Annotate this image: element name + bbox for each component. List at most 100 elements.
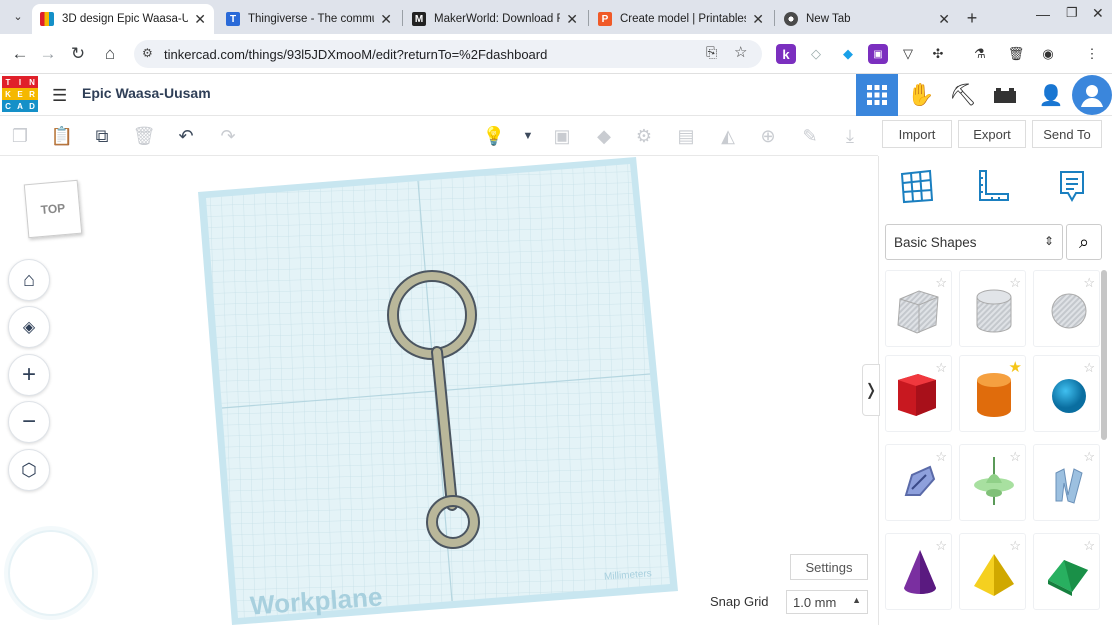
extension-vpn-icon[interactable]: ▽ <box>898 44 918 64</box>
shape-tile-sphere[interactable]: ☆ <box>1033 355 1100 432</box>
project-title[interactable]: Epic Waasa-Uusam <box>82 85 211 101</box>
shapes-scrollbar[interactable] <box>1101 270 1107 440</box>
copy-button[interactable]: ❐ <box>6 122 34 150</box>
navigation-wheel[interactable] <box>8 530 94 616</box>
browser-tab-5[interactable]: New Tab ✕ <box>776 4 958 34</box>
shape-tile-cylinder[interactable]: ★ <box>959 355 1026 432</box>
group-button[interactable]: ▣ <box>548 122 576 150</box>
avatar[interactable] <box>1072 75 1112 115</box>
sim-lab-button[interactable]: ✋ <box>900 74 942 116</box>
view-cube[interactable]: TOP <box>23 179 83 239</box>
note-button[interactable]: ✎ <box>796 122 824 150</box>
maximize-icon[interactable]: ❐ <box>1066 5 1078 21</box>
extensions-puzzle-icon[interactable]: ✣ <box>928 44 948 64</box>
settings-button[interactable]: Settings <box>790 554 868 580</box>
delete-button[interactable]: 🗑 <box>130 122 158 150</box>
browser-tab-4[interactable]: P Create model | Printables.c ✕ <box>590 4 772 34</box>
menu-kebab-icon[interactable]: ⋮ <box>1082 44 1102 64</box>
favorite-star-icon[interactable]: ☆ <box>935 538 947 554</box>
shape-tile-cone[interactable]: ☆ <box>885 533 952 610</box>
fit-view-button[interactable]: ◈ <box>8 306 50 348</box>
grid-view-button[interactable] <box>856 74 898 116</box>
light-button[interactable]: 💡 <box>480 122 508 150</box>
extension-shield-icon[interactable]: ◇ <box>806 44 826 64</box>
export-button[interactable]: Export <box>958 120 1026 148</box>
workplane-tool-button[interactable]: ⊕ <box>754 122 782 150</box>
ungroup-button[interactable]: ◆ <box>590 122 618 150</box>
align-button[interactable]: ▤ <box>672 122 700 150</box>
favorite-star-icon[interactable]: ☆ <box>935 360 947 376</box>
favorite-star-icon[interactable]: ☆ <box>1009 275 1021 291</box>
favorite-star-icon-filled[interactable]: ★ <box>1009 358 1022 376</box>
bricks-button[interactable] <box>984 74 1026 116</box>
forward-icon[interactable]: → <box>36 42 60 66</box>
collapse-panel-button[interactable]: ❭ <box>862 364 880 416</box>
back-icon[interactable]: ← <box>8 42 32 66</box>
install-app-icon[interactable]: ⎘ <box>706 44 717 61</box>
workplane-svg[interactable] <box>0 156 878 625</box>
shape-tile-text[interactable]: ☆ <box>1033 444 1100 521</box>
browser-tab-3[interactable]: M MakerWorld: Download Fre ✕ <box>404 4 586 34</box>
browser-tab-1[interactable]: 3D design Epic Waasa-Uusam ✕ <box>32 4 214 34</box>
ruler-tool[interactable] <box>970 164 1014 208</box>
blocks-button[interactable]: ⛏ <box>942 74 984 116</box>
favorite-star-icon[interactable]: ☆ <box>935 275 947 291</box>
paste-button[interactable]: 📋 <box>48 122 76 150</box>
shape-library-select[interactable]: Basic Shapes ⇕ <box>885 224 1063 260</box>
trash-icon[interactable]: 🗑 <box>1006 44 1026 64</box>
screenshot-icon[interactable]: ◉ <box>1038 44 1058 64</box>
home-icon[interactable]: ⌂ <box>98 42 122 66</box>
shape-tile-box[interactable]: ☆ <box>885 355 952 432</box>
close-icon[interactable]: ✕ <box>938 11 950 28</box>
list-menu-icon[interactable]: ☰ <box>52 86 67 106</box>
duplicate-button[interactable]: ⧉ <box>88 122 116 150</box>
shape-tile-pyramid[interactable]: ☆ <box>959 533 1026 610</box>
home-view-button[interactable]: ⌂ <box>8 259 50 301</box>
cruise-button[interactable]: ⚙ <box>630 122 658 150</box>
minimize-icon[interactable]: — <box>1036 6 1050 22</box>
shape-tile-shape-generator[interactable]: ☆ <box>959 444 1026 521</box>
browser-tab-2[interactable]: T Thingiverse - The communit ✕ <box>218 4 400 34</box>
workplane-tool[interactable] <box>894 164 938 208</box>
close-icon[interactable]: ✕ <box>566 11 578 28</box>
site-info-icon[interactable]: ⚙ <box>142 46 153 60</box>
tab-search-button[interactable]: ⌄ <box>8 6 28 26</box>
extension-diamond-icon[interactable]: ◆ <box>838 44 858 64</box>
window-close-icon[interactable]: ✕ <box>1092 5 1104 22</box>
import-button[interactable]: Import <box>882 120 952 148</box>
favorite-star-icon[interactable]: ☆ <box>1083 449 1095 465</box>
mirror-button[interactable]: ◭ <box>714 122 742 150</box>
undo-button[interactable]: ↶ <box>172 122 200 150</box>
shape-tile-scribble[interactable]: ☆ <box>885 444 952 521</box>
address-bar[interactable]: ⚙ tinkercad.com/things/93l5JDXmooM/edit?… <box>134 40 762 68</box>
close-icon[interactable]: ✕ <box>194 11 206 28</box>
add-user-button[interactable]: 👤 <box>1030 74 1072 116</box>
shape-tile-box-hole[interactable]: ☆ <box>885 270 952 347</box>
shape-tile-roof[interactable]: ☆ <box>1033 533 1100 610</box>
reload-icon[interactable]: ↻ <box>66 42 90 66</box>
shape-tile-sphere-hole[interactable]: ☆ <box>1033 270 1100 347</box>
design-canvas[interactable]: Workplane Millimeters TOP ⌂ ◈ + − ⬡ <box>0 156 878 625</box>
bookmark-star-icon[interactable]: ☆ <box>734 43 747 61</box>
new-tab-button[interactable]: + <box>962 8 982 28</box>
favorite-star-icon[interactable]: ☆ <box>1009 538 1021 554</box>
close-icon[interactable]: ✕ <box>380 11 392 28</box>
notes-tool[interactable] <box>1050 164 1094 208</box>
flask-icon[interactable]: ⚗ <box>970 44 990 64</box>
shape-tile-cylinder-hole[interactable]: ☆ <box>959 270 1026 347</box>
snap-grid-select[interactable]: 1.0 mm ▲ <box>786 590 868 614</box>
light-dropdown[interactable]: ▼ <box>514 122 542 150</box>
tinkercad-logo[interactable]: TIN KER CAD <box>2 76 38 112</box>
close-icon[interactable]: ✕ <box>752 11 764 28</box>
zoom-out-button[interactable]: − <box>8 401 50 443</box>
favorite-star-icon[interactable]: ☆ <box>1083 275 1095 291</box>
favorite-star-icon[interactable]: ☆ <box>1083 538 1095 554</box>
favorite-star-icon[interactable]: ☆ <box>1009 449 1021 465</box>
favorite-star-icon[interactable]: ☆ <box>935 449 947 465</box>
shape-search-button[interactable]: ⌕ <box>1066 224 1102 260</box>
drop-button[interactable]: ⤓ <box>836 122 864 150</box>
extension-k-icon[interactable]: k <box>776 44 796 64</box>
favorite-star-icon[interactable]: ☆ <box>1083 360 1095 376</box>
zoom-in-button[interactable]: + <box>8 354 50 396</box>
send-to-button[interactable]: Send To <box>1032 120 1102 148</box>
